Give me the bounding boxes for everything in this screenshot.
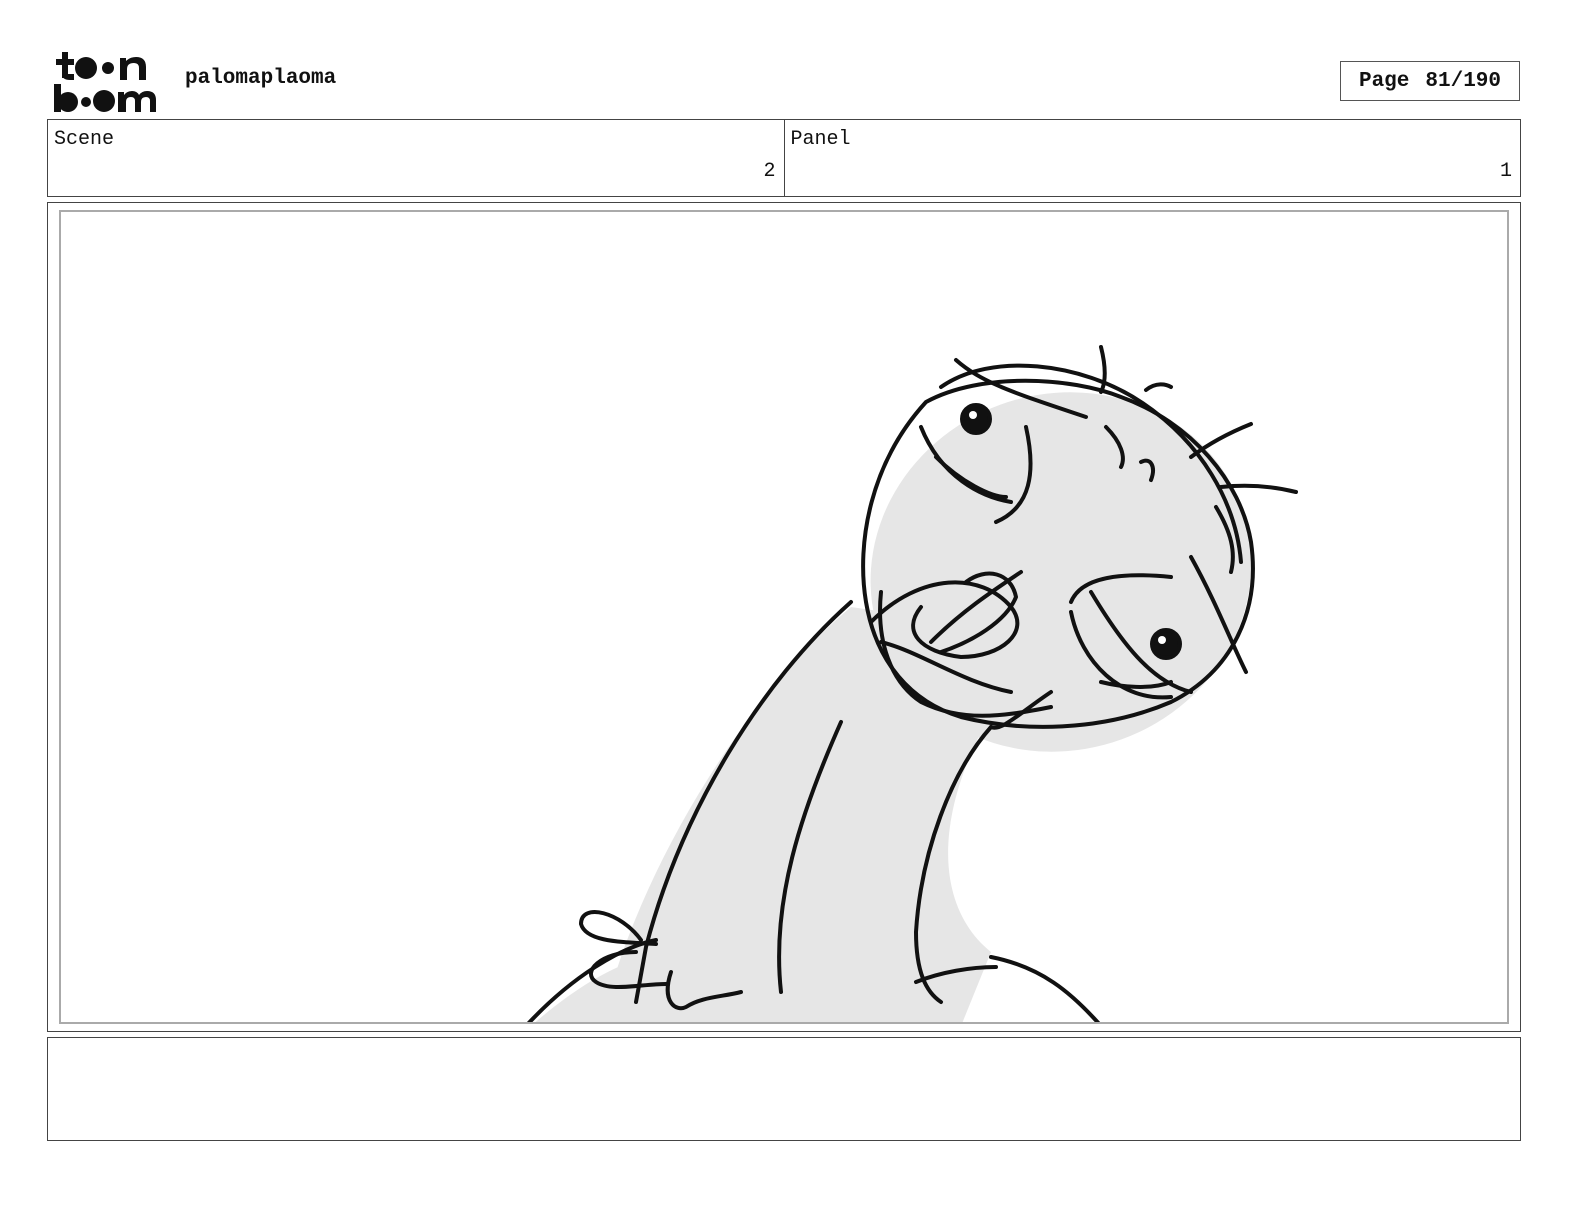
- page-label: Page: [1358, 69, 1410, 93]
- scene-cell: Scene 2: [48, 120, 784, 196]
- panel-cell: Panel 1: [783, 120, 1521, 196]
- panel-number: 1: [1499, 160, 1512, 183]
- panel-image-frame: [47, 202, 1521, 1032]
- storyboard-sketch-icon: [527, 345, 1298, 1022]
- scene-label: Scene: [54, 128, 115, 151]
- project-name: palomaplaoma: [185, 67, 337, 90]
- scene-number: 2: [763, 160, 776, 183]
- panel-notes-box: [47, 1037, 1521, 1141]
- page-number: 81/190: [1425, 69, 1502, 93]
- toon-boom-logo: [52, 50, 164, 114]
- panel-label: Panel: [790, 128, 851, 151]
- page-indicator: Page 81/190: [1340, 61, 1520, 101]
- panel-image: [59, 210, 1509, 1024]
- scene-panel-row: Scene 2 Panel 1: [47, 119, 1521, 197]
